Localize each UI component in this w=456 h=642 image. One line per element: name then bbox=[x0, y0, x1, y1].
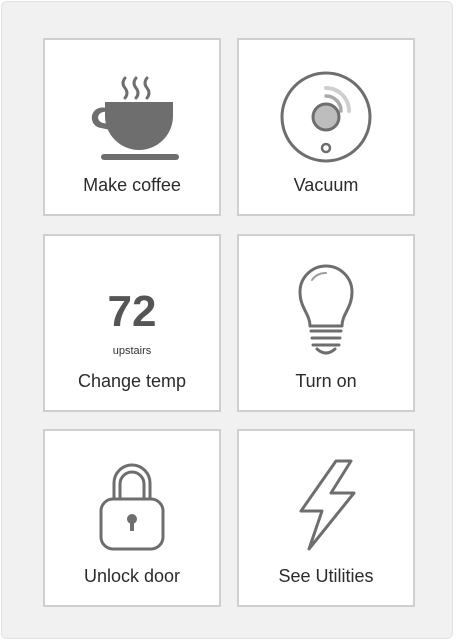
tile-make-coffee[interactable]: Make coffee bbox=[43, 38, 221, 216]
tile-see-utilities[interactable]: See Utilities bbox=[237, 429, 415, 607]
tile-label: Change temp bbox=[77, 371, 187, 391]
tile-turn-on[interactable]: Turn on bbox=[237, 234, 415, 412]
tile-unlock-door[interactable]: Unlock door bbox=[43, 429, 221, 607]
tile-label: Turn on bbox=[295, 371, 357, 391]
tile-label: See Utilities bbox=[278, 566, 374, 586]
control-panel: Make coffee Vacuum 72 upstairs Change te… bbox=[1, 1, 453, 639]
tile-change-temp[interactable]: 72 upstairs Change temp bbox=[43, 234, 221, 412]
tile-label: Unlock door bbox=[83, 566, 181, 586]
temperature-location: upstairs bbox=[112, 345, 152, 357]
temperature-value: 72 bbox=[107, 287, 157, 336]
tile-label: Make coffee bbox=[83, 175, 181, 195]
tile-label: Vacuum bbox=[293, 175, 359, 195]
tile-vacuum[interactable]: Vacuum bbox=[237, 38, 415, 216]
